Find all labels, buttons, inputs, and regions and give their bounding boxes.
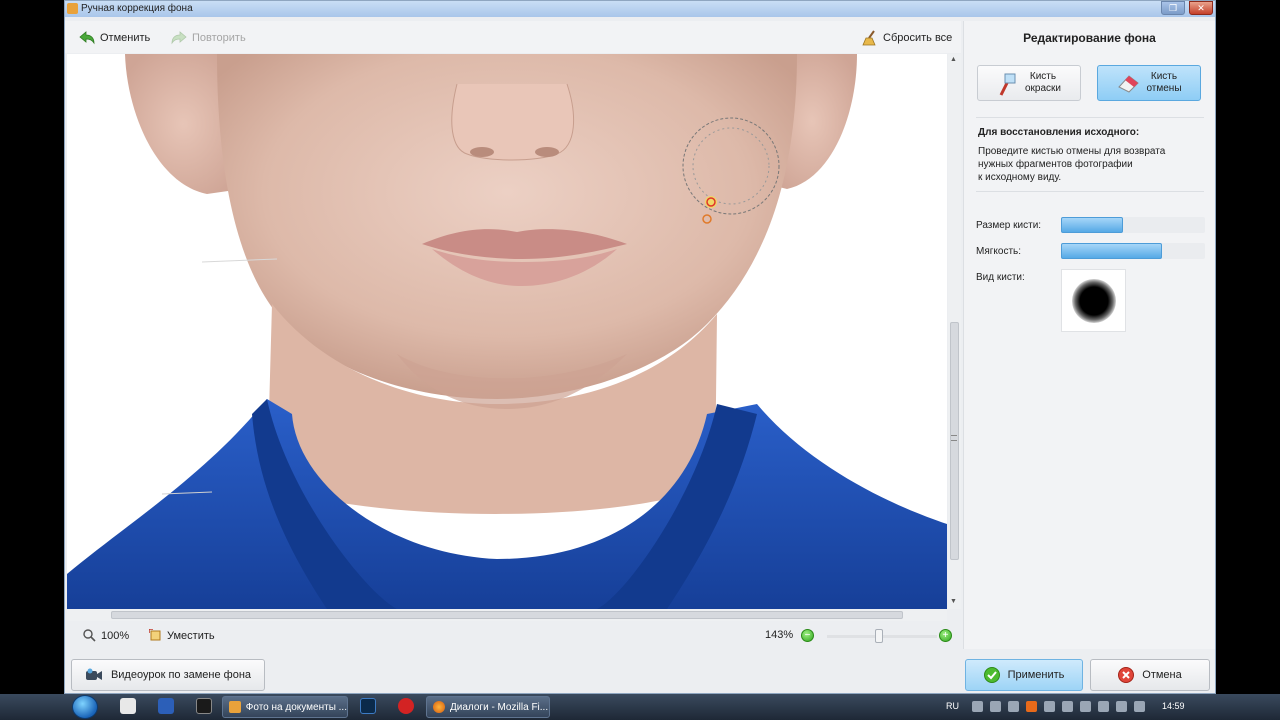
softness-slider[interactable]: [1061, 243, 1205, 259]
brush-type-preview[interactable]: [1061, 269, 1126, 332]
apply-label: Применить: [1007, 669, 1065, 681]
photo-canvas[interactable]: [67, 54, 947, 609]
redo-label: Повторить: [192, 32, 246, 44]
close-window-button[interactable]: ✕: [1189, 1, 1213, 15]
redo-button[interactable]: Повторить: [171, 29, 246, 47]
undo-brush-label: Кисть отмены: [1146, 71, 1182, 94]
reset-all-button[interactable]: Сбросить все: [862, 29, 952, 47]
brush-size-slider[interactable]: [1061, 217, 1205, 233]
photoshop-icon[interactable]: [360, 698, 376, 714]
brush-size-fill: [1061, 217, 1123, 233]
vertical-scrollbar[interactable]: ▲ ▼: [948, 54, 961, 609]
flag-icon[interactable]: [1098, 701, 1109, 712]
fit-icon: [149, 629, 161, 641]
network-icon[interactable]: [1134, 701, 1145, 712]
horizontal-scrollbar[interactable]: [67, 609, 947, 621]
fit-label: Уместить: [167, 629, 215, 642]
horizontal-scroll-thumb[interactable]: [111, 611, 903, 619]
photo-app-icon: [229, 701, 241, 713]
scroll-down-arrow-icon[interactable]: ▼: [950, 598, 957, 605]
task-photo-documents-label: Фото на документы ...: [245, 701, 347, 713]
soft-brush-icon: [1071, 278, 1116, 323]
toolbar: Отменить Повторить Сбросить все: [65, 21, 961, 53]
paint-brush-icon: [999, 73, 1016, 96]
undo-label: Отменить: [100, 32, 151, 44]
zoom-value: 143%: [765, 629, 794, 641]
volume-icon[interactable]: [1116, 701, 1127, 712]
tray-icon[interactable]: [990, 701, 1001, 712]
portrait-photo: [67, 54, 947, 609]
divider: [976, 191, 1204, 192]
tray-icon[interactable]: [1062, 701, 1073, 712]
background-edit-panel: Редактирование фона Кисть окраски Кисть …: [963, 21, 1215, 649]
word-icon[interactable]: [158, 698, 174, 714]
softness-label: Мягкость:: [976, 246, 1022, 257]
undo-brush-button[interactable]: Кисть отмены: [1097, 65, 1201, 101]
fit-button[interactable]: Уместить: [149, 629, 215, 642]
task-photo-documents[interactable]: Фото на документы ...: [222, 696, 348, 718]
scroll-up-arrow-icon[interactable]: ▲: [950, 56, 957, 63]
firefox-icon: [433, 701, 445, 713]
reset-all-label: Сбросить все: [883, 32, 953, 44]
video-tutorial-button[interactable]: Видеоурок по замене фона: [71, 659, 265, 691]
cancel-label: Отмена: [1142, 669, 1182, 681]
eraser-icon: [1118, 75, 1140, 93]
undo-button[interactable]: Отменить: [79, 29, 150, 47]
tray-icon[interactable]: [972, 701, 983, 712]
app-icon: [67, 3, 78, 14]
softness-fill: [1061, 243, 1162, 259]
restore-instructions: Проведите кистью отмены для возврата нуж…: [978, 146, 1166, 183]
scroll-grip-icon: [951, 435, 957, 441]
brush-type-label: Вид кисти:: [976, 272, 1025, 283]
tray-icon[interactable]: [1026, 701, 1037, 712]
task-firefox-label: Диалоги - Mozilla Fi...: [450, 701, 549, 713]
brush-size-label: Размер кисти:: [976, 220, 1042, 231]
task-firefox[interactable]: Диалоги - Mozilla Fi...: [426, 696, 550, 718]
tray-icon[interactable]: [1044, 701, 1055, 712]
colorful-app-icon[interactable]: [120, 698, 136, 714]
zoom-in-icon[interactable]: +: [939, 629, 952, 642]
video-tutorial-label: Видеоурок по замене фона: [110, 669, 252, 681]
canvas-status-bar: 100% Уместить 143% − +: [65, 623, 961, 649]
start-button[interactable]: [72, 695, 98, 719]
video-camera-icon: [85, 668, 102, 680]
cancel-button[interactable]: Отмена: [1090, 659, 1210, 691]
title-bar: Ручная коррекция фона ❐ ✕: [65, 1, 1215, 17]
zoom-slider-knob[interactable]: [875, 629, 883, 643]
restore-button[interactable]: ❐: [1161, 1, 1185, 15]
apply-button[interactable]: Применить: [965, 659, 1083, 691]
paint-brush-button[interactable]: Кисть окраски: [977, 65, 1081, 101]
panel-title: Редактирование фона: [1023, 31, 1156, 45]
taskbar: Фото на документы ... Диалоги - Mozilla …: [0, 694, 1280, 720]
broom-icon: [862, 30, 876, 46]
paint-brush-label: Кисть окраски: [1024, 71, 1062, 94]
cancel-icon: [1118, 667, 1135, 683]
disk-app-icon[interactable]: [196, 698, 212, 714]
zoom-100-label: 100%: [101, 629, 130, 642]
restore-title: Для восстановления исходного:: [978, 127, 1140, 138]
divider: [976, 117, 1204, 118]
magnifier-icon: [83, 629, 96, 642]
redo-arrow-icon: [171, 31, 187, 45]
main-window: Ручная коррекция фона ❐ ✕ Отменить Повто…: [64, 0, 1216, 694]
vertical-scroll-thumb[interactable]: [950, 322, 959, 560]
zoom-100-button[interactable]: 100%: [83, 629, 129, 642]
tray-icon[interactable]: [1008, 701, 1019, 712]
opera-icon[interactable]: [398, 698, 414, 714]
window-title: Ручная коррекция фона: [81, 3, 193, 14]
check-icon: [983, 667, 1000, 683]
zoom-out-icon[interactable]: −: [801, 629, 814, 642]
undo-arrow-icon: [79, 31, 95, 45]
tray-icon[interactable]: [1080, 701, 1091, 712]
language-indicator[interactable]: RU: [946, 701, 959, 711]
zoom-slider[interactable]: [827, 629, 937, 643]
clock[interactable]: 14:59: [1162, 701, 1185, 711]
screen: Ручная коррекция фона ❐ ✕ Отменить Повто…: [0, 0, 1280, 720]
